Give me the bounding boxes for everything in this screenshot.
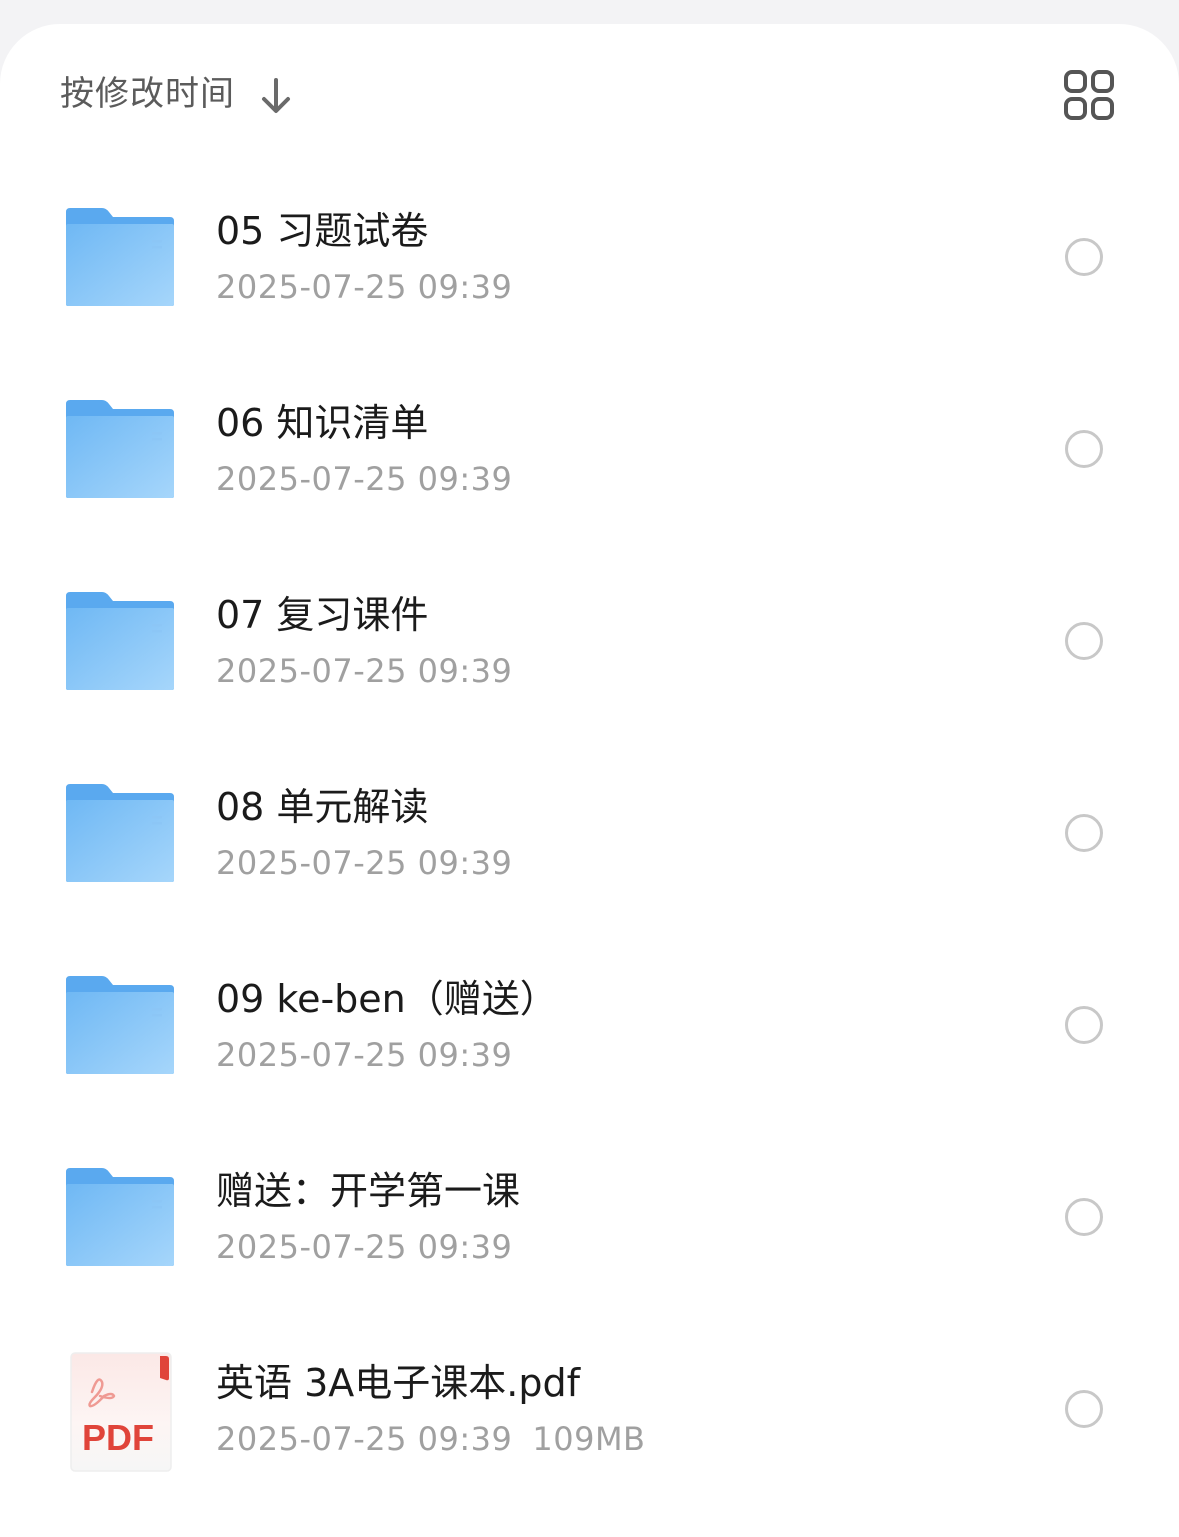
file-meta: 2025-07-25 09:39 <box>216 840 512 886</box>
pdf-badge-text: PDF <box>82 1417 154 1458</box>
list-item[interactable]: 07 复习课件 2025-07-25 09:39 <box>0 544 1179 736</box>
file-meta: 2025-07-25 09:39 <box>216 456 512 502</box>
folder-icon <box>64 782 176 884</box>
folder-icon <box>64 1166 176 1268</box>
modified-time: 2025-07-25 09:39 <box>216 652 513 690</box>
list-item[interactable]: 赠送：开学第一课 2025-07-25 09:39 <box>0 1120 1179 1312</box>
file-meta: 2025-07-25 09:39 <box>216 1224 512 1270</box>
list-item[interactable]: PDF 英语 3A电子课本.pdf 2025-07-25 09:39 109MB <box>0 1312 1179 1504</box>
file-name: 09 ke-ben（赠送） <box>216 977 558 1021</box>
modified-time: 2025-07-25 09:39 <box>216 1228 513 1266</box>
list-item[interactable]: 06 知识清单 2025-07-25 09:39 <box>0 352 1179 544</box>
file-size: 109MB <box>532 1420 646 1458</box>
file-name: 06 知识清单 <box>216 401 429 445</box>
sort-by-modified-button[interactable]: 按修改时间 <box>60 70 235 118</box>
grid-view-icon[interactable] <box>1062 68 1116 122</box>
select-radio[interactable] <box>1065 430 1103 468</box>
modified-time: 2025-07-25 09:39 <box>216 1420 513 1458</box>
file-meta: 2025-07-25 09:39 <box>216 648 512 694</box>
pdf-file-icon: PDF <box>70 1352 174 1474</box>
file-meta: 2025-07-25 09:39 109MB <box>216 1416 646 1462</box>
folder-icon <box>64 590 176 692</box>
sort-toolbar: 按修改时间 <box>0 24 1179 174</box>
modified-time: 2025-07-25 09:39 <box>216 268 513 306</box>
file-list-sheet: 按修改时间 05 习题试卷 2025-07-25 09:39 06 知识清单 2… <box>0 24 1179 1537</box>
select-radio[interactable] <box>1065 238 1103 276</box>
list-item[interactable]: 08 单元解读 2025-07-25 09:39 <box>0 736 1179 928</box>
select-radio[interactable] <box>1065 622 1103 660</box>
file-name: 英语 3A电子课本.pdf <box>216 1361 580 1405</box>
folder-icon <box>64 206 176 308</box>
modified-time: 2025-07-25 09:39 <box>216 844 513 882</box>
file-meta: 2025-07-25 09:39 <box>216 264 512 310</box>
arrow-down-icon[interactable] <box>258 76 294 116</box>
folder-icon <box>64 398 176 500</box>
select-radio[interactable] <box>1065 1390 1103 1428</box>
file-name: 08 单元解读 <box>216 785 429 829</box>
select-radio[interactable] <box>1065 1006 1103 1044</box>
modified-time: 2025-07-25 09:39 <box>216 460 513 498</box>
file-meta: 2025-07-25 09:39 <box>216 1032 512 1078</box>
file-name: 07 复习课件 <box>216 593 429 637</box>
modified-time: 2025-07-25 09:39 <box>216 1036 513 1074</box>
folder-icon <box>64 974 176 1076</box>
list-item[interactable]: 05 习题试卷 2025-07-25 09:39 <box>0 160 1179 352</box>
list-item[interactable]: 09 ke-ben（赠送） 2025-07-25 09:39 <box>0 928 1179 1120</box>
select-radio[interactable] <box>1065 814 1103 852</box>
file-name: 赠送：开学第一课 <box>216 1169 521 1213</box>
file-name: 05 习题试卷 <box>216 209 429 253</box>
select-radio[interactable] <box>1065 1198 1103 1236</box>
